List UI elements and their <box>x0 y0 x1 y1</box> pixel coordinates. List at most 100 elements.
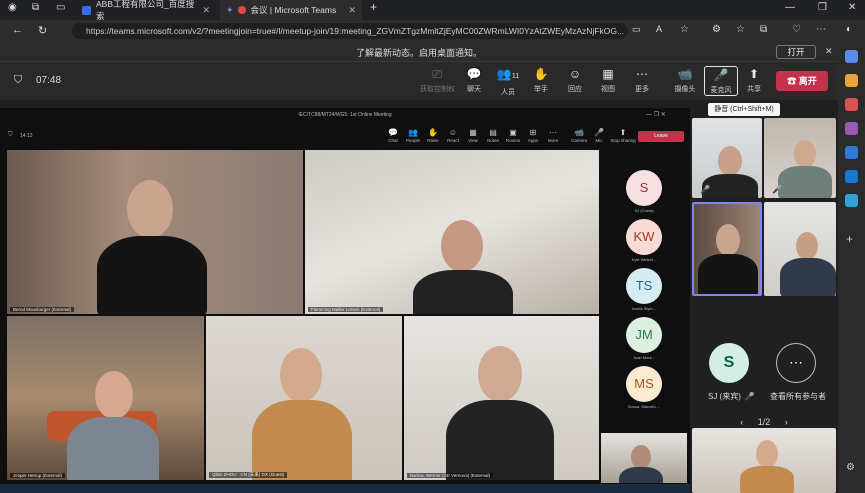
video-tile: Barlow, Werner (GE Vernova) (External) <box>404 316 599 480</box>
react-button[interactable]: ☺ 回应 <box>558 67 592 94</box>
shared-tool-label: Apps <box>527 138 539 143</box>
more-label: 更多 <box>635 86 649 93</box>
muted-icon: 🎤 <box>772 185 782 194</box>
avatar: S <box>626 170 662 206</box>
shared-leave-label: Leave <box>654 133 668 139</box>
tab-teams[interactable]: ✦ 会议 | Microsoft Teams ✕ <box>220 0 362 20</box>
browser-essentials-icon[interactable]: ♡ <box>792 24 801 35</box>
self-view-tile <box>601 433 687 483</box>
teams-icon: ✦ <box>226 4 234 15</box>
tab-baidu[interactable]: ABB工程有限公司_百度搜索 ✕ <box>76 0 216 21</box>
search-icon[interactable] <box>845 50 858 63</box>
restore-icon[interactable]: ❐ <box>818 2 827 13</box>
participant-name: Qibin ZHOU · CN (未来) GX (Guest) <box>209 472 288 478</box>
participant-tile[interactable] <box>764 202 836 296</box>
tools-icon[interactable] <box>845 98 858 111</box>
shared-tool-label: Stop sharing <box>610 138 636 143</box>
open-button[interactable]: 打开 <box>776 45 816 59</box>
video-tile: Bernd Moosburger (External) <box>7 150 303 314</box>
avatar: TS <box>626 268 662 304</box>
view-all-participants-button[interactable]: ⋯ <box>776 343 816 383</box>
shared-notes-icon: ▤ <box>489 128 497 137</box>
close-tab-icon[interactable]: ✕ <box>202 5 210 16</box>
shared-taskbar <box>0 484 690 493</box>
minimize-icon[interactable]: — <box>785 2 795 13</box>
participant-tile[interactable] <box>692 428 836 493</box>
chat-label: 聊天 <box>467 86 481 93</box>
avatar-name: SJ (Guest) <box>634 208 654 213</box>
view-all-label: 查看所有参与者 <box>770 392 826 401</box>
tab-label: 会议 | Microsoft Teams <box>250 5 337 15</box>
chevron-left-icon[interactable]: ‹ <box>740 417 743 427</box>
workspaces-icon[interactable]: ⧉ <box>32 2 39 13</box>
more-button[interactable]: ⋯ 更多 <box>625 67 659 94</box>
shopping-icon[interactable] <box>845 74 858 87</box>
camera-button[interactable]: 📹 摄像头 <box>668 67 702 94</box>
share-button[interactable]: ⬆ 共享 <box>737 67 771 94</box>
participant-tile[interactable]: 🎤 <box>764 118 836 198</box>
participant-panel: 🎤 🎤 ‹ 1/2 › S ⋯ SJ (来宾) 🎤 查看所有参与者 <box>690 116 838 493</box>
sidebar-settings-icon[interactable]: ⚙ <box>846 462 855 473</box>
raise-hand-button[interactable]: ✋ 举手 <box>524 67 558 94</box>
address-bar: ← ↻ https://teams.microsoft.com/v2/?meet… <box>0 20 865 42</box>
profile-icon[interactable]: ◉ <box>8 2 17 13</box>
copilot-icon[interactable]: ◐ <box>846 24 852 35</box>
participant-tile[interactable]: 🎤 <box>692 118 762 198</box>
collections-icon[interactable]: ⧉ <box>760 24 767 35</box>
tab-actions-icon[interactable]: ▭ <box>56 2 65 13</box>
shared-tool-label: Camera <box>570 138 587 143</box>
office-icon[interactable] <box>845 146 858 159</box>
avatar: KW <box>626 219 662 255</box>
extensions-icon[interactable]: ⚙ <box>712 24 721 35</box>
camera-icon: 📹 <box>677 67 693 81</box>
chevron-right-icon[interactable]: › <box>785 417 788 427</box>
shield-icon: ⛉ <box>14 74 23 86</box>
add-icon[interactable]: + <box>846 232 853 246</box>
mic-button[interactable]: 🎤 麦克风 <box>704 66 738 96</box>
recording-icon <box>237 6 246 14</box>
edge-sidebar: + ⚙ <box>838 42 865 493</box>
take-control-button[interactable]: ⎚ 获取控制权 <box>420 67 455 94</box>
close-notification-icon[interactable]: ✕ <box>825 46 833 57</box>
outlook-icon[interactable] <box>845 170 858 183</box>
shared-tool-label: Rooms <box>505 138 521 143</box>
shared-shield-icon: ⛉ <box>8 132 13 138</box>
close-window-icon[interactable]: ✕ <box>848 2 856 13</box>
phone-hangup-icon: ☎ <box>787 76 799 86</box>
send-icon[interactable] <box>845 194 858 207</box>
favorites-icon[interactable]: ☆ <box>736 24 745 35</box>
shared-timer: 14:13 <box>20 133 33 139</box>
new-tab-button[interactable]: + <box>370 0 377 14</box>
raise-hand-icon: ✋ <box>533 67 549 81</box>
participant-name: Barlow, Werner (GE Vernova) (External) <box>407 473 493 478</box>
view-button[interactable]: ▦ 视图 <box>591 67 625 94</box>
avatar-initials: S <box>639 180 649 195</box>
share-label: 共享 <box>747 86 761 93</box>
take-control-icon: ⎚ <box>432 67 442 81</box>
sj-avatar[interactable]: S <box>709 343 749 383</box>
favorite-icon[interactable]: ☆ <box>680 24 689 35</box>
shared-toolbar: 💬 Chat 👥 People ✋ Raise ☺ React ▦ View ▤ Notes… <box>384 128 684 146</box>
people-button[interactable]: 👥11 人员 <box>491 67 525 97</box>
read-aloud-icon[interactable]: A <box>656 24 662 34</box>
shared-people-icon: 👥 <box>408 128 418 137</box>
shared-screen: IEC/TC88/MT24/WG5: 1st Online Meeting ⛉ … <box>0 108 690 493</box>
refresh-icon[interactable]: ↻ <box>38 24 47 37</box>
shared-react-icon: ☺ <box>448 128 458 137</box>
menu-icon[interactable]: ⋯ <box>816 24 826 35</box>
leave-label: 离开 <box>798 76 817 86</box>
chat-button[interactable]: 💬 聊天 <box>457 67 491 94</box>
close-tab-icon[interactable]: ✕ <box>348 5 356 16</box>
participant-tile-active[interactable] <box>692 202 762 296</box>
leave-button[interactable]: ☎ 离开 <box>776 71 828 91</box>
avatar-name: Iosets Stylo... <box>631 306 656 311</box>
avatar-initials: JM <box>635 327 653 342</box>
games-icon[interactable] <box>845 122 858 135</box>
shared-rooms-icon: ▣ <box>509 128 517 137</box>
raise-hand-label: 举手 <box>534 86 548 93</box>
people-count: 11 <box>511 73 520 80</box>
shared-tool-label: More <box>547 138 559 143</box>
url-field[interactable]: https://teams.microsoft.com/v2/?meetingj… <box>72 23 628 39</box>
back-icon[interactable]: ← <box>12 24 23 36</box>
camera-permission-icon[interactable]: ▭ <box>632 24 641 35</box>
